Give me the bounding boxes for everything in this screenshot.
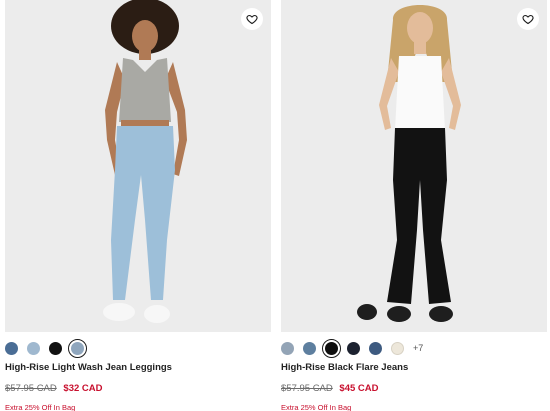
price-block: $57.95 CAD $32 CAD [5, 383, 102, 394]
product-title[interactable]: High-Rise Light Wash Jean Leggings [5, 362, 172, 373]
favorite-button[interactable] [241, 8, 263, 30]
color-swatch-selected[interactable] [322, 338, 341, 358]
product-card[interactable]: High-Rise Light Wash Jean Leggings $57.9… [5, 0, 271, 411]
heart-outline-icon [246, 14, 258, 25]
promo-text: Extra 25% Off In Bag [5, 403, 76, 411]
color-swatch[interactable] [281, 341, 294, 355]
heart-outline-icon [522, 14, 534, 25]
product-title[interactable]: High-Rise Black Flare Jeans [281, 362, 408, 373]
more-colors-link[interactable]: +7 [413, 343, 423, 353]
product-grid: High-Rise Light Wash Jean Leggings $57.9… [0, 0, 550, 411]
color-swatch[interactable] [391, 341, 404, 355]
color-swatches [5, 338, 93, 358]
model-photo-flare-jeans [281, 0, 547, 332]
color-swatch[interactable] [347, 341, 360, 355]
color-swatch[interactable] [49, 341, 62, 355]
color-swatch-selected[interactable] [68, 338, 87, 358]
color-swatch[interactable] [303, 341, 316, 355]
color-swatch[interactable] [369, 341, 382, 355]
promo-text: Extra 25% Off In Bag [281, 403, 352, 411]
product-image[interactable] [281, 0, 547, 332]
price-block: $57.95 CAD $45 CAD [281, 383, 378, 394]
model-photo-jean-leggings [5, 0, 271, 332]
original-price: $57.95 CAD [281, 383, 333, 394]
original-price: $57.95 CAD [5, 383, 57, 394]
color-swatches: +7 [281, 338, 423, 358]
product-image[interactable] [5, 0, 271, 332]
sale-price: $32 CAD [63, 383, 103, 394]
sale-price: $45 CAD [339, 383, 379, 394]
color-swatch[interactable] [5, 341, 18, 355]
favorite-button[interactable] [517, 8, 539, 30]
product-card[interactable]: +7 High-Rise Black Flare Jeans $57.95 CA… [281, 0, 547, 411]
color-swatch[interactable] [27, 341, 40, 355]
